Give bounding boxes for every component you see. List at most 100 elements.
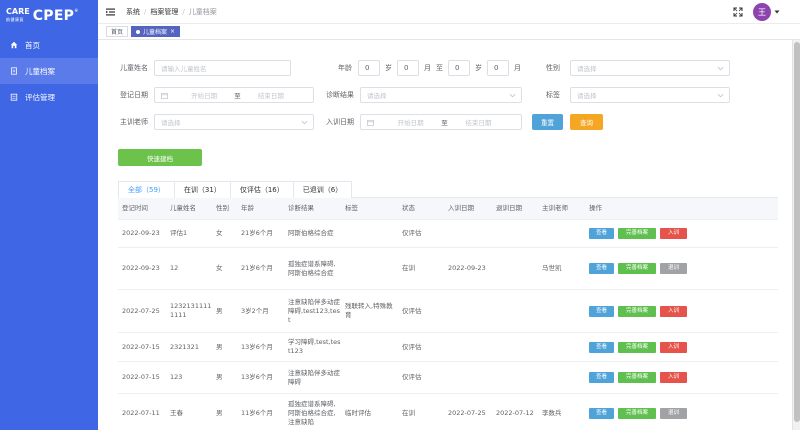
tab-training[interactable]: 在训（31） (173, 181, 231, 198)
tab-withdrawn[interactable]: 已退训（6） (292, 181, 353, 198)
active-dot-icon (136, 29, 141, 34)
brand-cpep: CPEP® (33, 8, 79, 24)
sidebar-item-label: 评估管理 (25, 92, 55, 102)
age-to-years-input[interactable]: 0 (448, 60, 470, 76)
quick-create-button[interactable]: 快速建档 (118, 149, 202, 166)
view-button[interactable]: 查看 (589, 408, 614, 419)
enroll-button[interactable]: 入训 (660, 228, 687, 239)
age-from-years-input[interactable]: 0 (358, 60, 380, 76)
tab-assess-only[interactable]: 仅评估（16） (229, 181, 294, 198)
query-label: 查询 (580, 119, 593, 127)
cell-name: 评估1 (170, 229, 188, 237)
tab-label: 仅评估（16） (239, 186, 284, 194)
reset-label: 重置 (541, 119, 554, 127)
tags-view: 首页 儿童档案 × (98, 24, 800, 40)
reset-button[interactable]: 重置 (532, 114, 563, 130)
view-button[interactable]: 查看 (589, 305, 614, 317)
age-from-months-input[interactable]: 0 (397, 60, 419, 76)
brand-care-sub: 韵健康复 (6, 17, 24, 22)
age-to-months-value: 0 (494, 64, 499, 72)
train-date-label: 入训日期 (326, 118, 354, 126)
train-date-range[interactable]: 开始日期 至 结束日期 (360, 114, 522, 130)
cell-reg-date: 2022-07-25 (122, 306, 160, 315)
tag-label: 儿童档案 (143, 29, 168, 36)
age-label: 年龄 (338, 64, 352, 72)
sidebar: CARE 韵健康复 CPEP® 首页 儿童档案 评估管理 (0, 0, 98, 430)
view-button[interactable]: 查看 (589, 228, 614, 239)
tag-child-records[interactable]: 儿童档案 × (131, 26, 181, 37)
view-button[interactable]: 查看 (589, 263, 614, 274)
row-actions: 查看 完善档案 入训 (585, 372, 775, 383)
complete-record-button[interactable]: 完善档案 (618, 408, 656, 419)
age-to-months-input[interactable]: 0 (487, 60, 509, 76)
teacher-label: 主训老师 (120, 118, 148, 126)
avatar[interactable]: 王 (753, 3, 771, 21)
calendar-icon (161, 92, 168, 99)
chevron-down-icon (509, 93, 516, 98)
cell-reg-date: 2022-07-11 (122, 409, 160, 417)
table-row: 2022-09-23 12 女 21岁6个月 孤独症谱系障碍,阿斯伯格综合症 在训 2022… (118, 248, 778, 290)
cell-in-date: 2022-07-25 (448, 409, 486, 417)
reg-date-range[interactable]: 开始日期 至 结束日期 (154, 87, 314, 103)
col-teacher: 主训老师 (542, 204, 568, 212)
close-icon[interactable]: × (170, 28, 175, 35)
child-name-input[interactable]: 请输入儿童姓名 (154, 60, 291, 76)
unit-month: 月 (424, 64, 431, 72)
view-button[interactable]: 查看 (589, 372, 614, 383)
tag-select[interactable]: 请选择 (570, 87, 730, 103)
calendar-icon (367, 119, 374, 126)
teacher-select[interactable]: 请选择 (154, 114, 314, 130)
breadcrumb-item-current: 儿童档案 (188, 7, 217, 16)
chevron-down-icon (717, 66, 724, 71)
status-tabs: 全部（59） 在训（31） 仅评估（16） 已退训（6） (118, 181, 778, 198)
app-root: CARE 韵健康复 CPEP® 首页 儿童档案 评估管理 系统 / 档案管理 /… (0, 0, 800, 430)
tag-label: 首页 (111, 29, 124, 36)
col-out-date: 退训日期 (496, 204, 522, 212)
sidebar-item-home[interactable]: 首页 (0, 32, 98, 58)
clipboard-icon (9, 93, 18, 102)
header-right: 王 (733, 3, 780, 21)
sidebar-item-child-records[interactable]: 儿童档案 (0, 58, 98, 84)
gender-select[interactable]: 请选择 (570, 60, 730, 76)
table-row: 2022-07-11 王春 男 11岁6个月 孤独症谱系障碍,阿斯伯格综合症,注意缺陷 临… (118, 394, 778, 430)
cell-status: 仅评估 (402, 373, 422, 381)
scrollbar-thumb[interactable] (794, 42, 800, 422)
enroll-button[interactable]: 入训 (660, 341, 687, 353)
caret-down-icon[interactable] (774, 9, 780, 15)
withdraw-button[interactable]: 退训 (660, 408, 687, 419)
child-name-placeholder: 请输入儿童姓名 (161, 65, 207, 73)
unit-year: 岁 (385, 64, 392, 72)
withdraw-button[interactable]: 退训 (660, 263, 687, 274)
tag-home[interactable]: 首页 (106, 26, 129, 37)
brand-care: CARE 韵健康复 (6, 8, 30, 24)
diagnosis-select[interactable]: 请选择 (360, 87, 522, 103)
cell-name: 2321321 (170, 342, 199, 351)
sidebar-item-assessment[interactable]: 评估管理 (0, 84, 98, 110)
fullscreen-icon[interactable] (733, 7, 743, 17)
complete-record-button[interactable]: 完善档案 (618, 228, 656, 239)
enroll-button[interactable]: 入训 (660, 305, 687, 317)
enroll-button[interactable]: 入训 (660, 372, 687, 383)
hamburger-icon[interactable] (106, 7, 116, 17)
cell-diagnosis: 阿斯伯格综合症 (288, 229, 334, 237)
vertical-scrollbar[interactable] (792, 40, 800, 430)
col-age: 年龄 (241, 204, 254, 212)
cell-name: 12321311111111 (170, 302, 212, 319)
complete-record-button[interactable]: 完善档案 (618, 263, 656, 274)
main-content: 儿童姓名 请输入儿童姓名 年龄 0 岁 0 月 至 0 岁 0 月 性别 请选择… (98, 40, 800, 430)
reg-end-date: 结束日期 (257, 92, 284, 100)
filter-tag: 标签 请选择 (546, 87, 730, 103)
complete-record-button[interactable]: 完善档案 (618, 372, 656, 383)
breadcrumb-item[interactable]: 系统 (126, 8, 140, 16)
complete-record-button[interactable]: 完善档案 (618, 341, 656, 353)
complete-record-button[interactable]: 完善档案 (618, 305, 656, 317)
cell-gender: 男 (216, 373, 223, 381)
cell-out-date: 2022-07-12 (496, 409, 534, 417)
brand-logo: CARE 韵健康复 CPEP® (0, 0, 98, 32)
diagnosis-placeholder: 请选择 (367, 92, 387, 100)
query-button[interactable]: 查询 (570, 114, 603, 130)
quick-create-label: 快速建档 (147, 154, 173, 163)
breadcrumb-item[interactable]: 档案管理 (150, 8, 178, 16)
view-button[interactable]: 查看 (589, 341, 614, 353)
tab-all[interactable]: 全部（59） (118, 181, 175, 198)
